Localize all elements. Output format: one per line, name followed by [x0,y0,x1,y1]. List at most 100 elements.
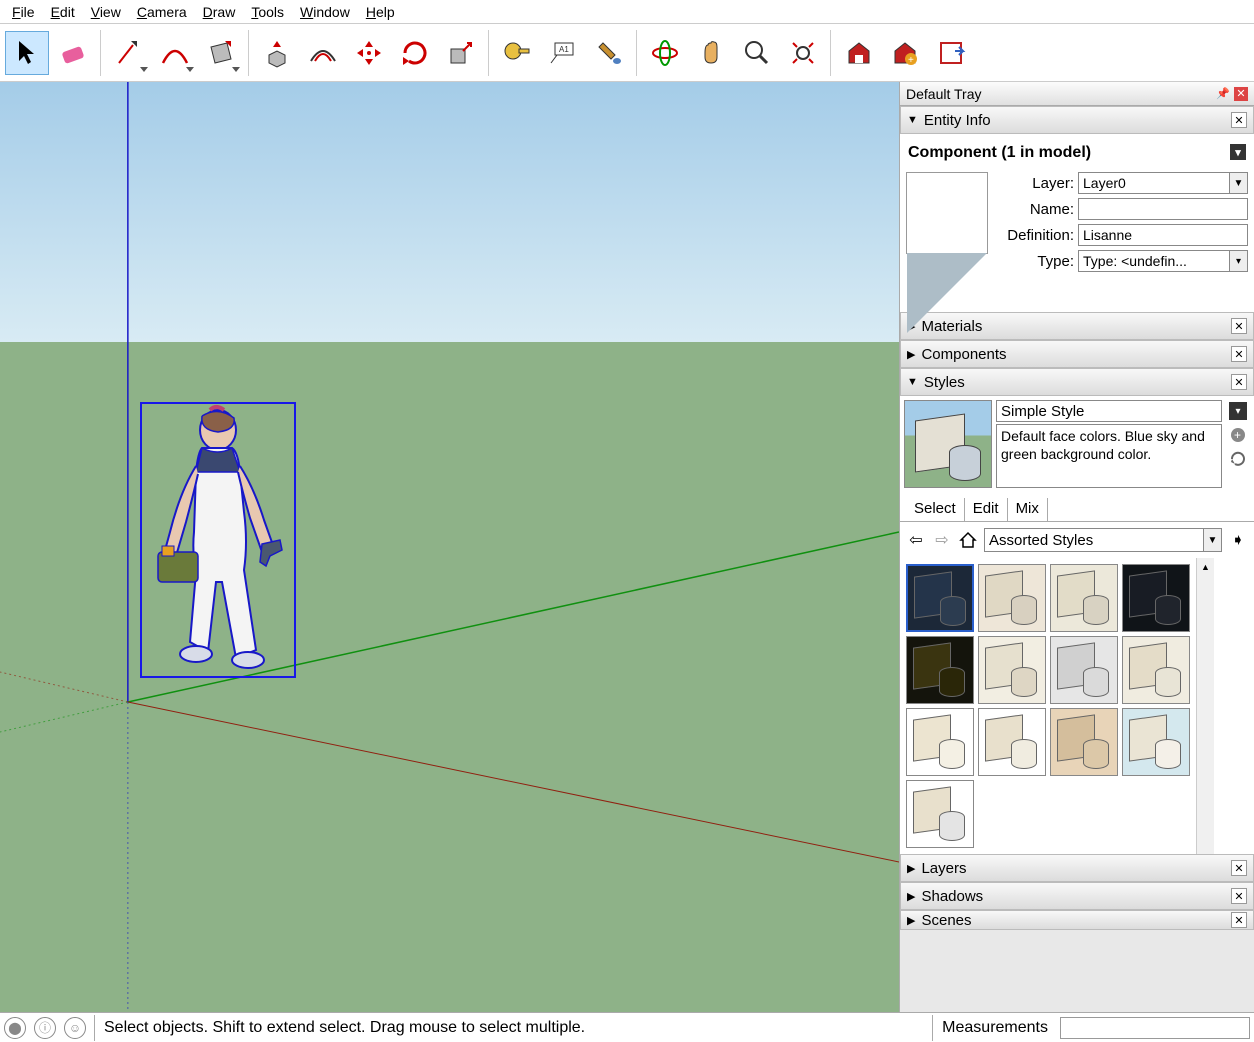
select-tool[interactable] [5,31,49,75]
type-label: Type: [996,253,1078,270]
line-tool[interactable] [107,31,151,75]
style-collection-select[interactable]: Assorted Styles▼ [984,528,1222,552]
layer-select[interactable]: Layer0▼ [1078,172,1248,194]
svg-text:+: + [1234,428,1241,442]
style-thumbnail[interactable] [906,780,974,848]
tab-edit[interactable]: Edit [965,498,1008,521]
user-icon[interactable]: ☺ [64,1017,86,1039]
style-dropdown-icon[interactable]: ▾ [1229,402,1247,420]
material-swatch[interactable] [906,172,988,254]
panel-styles-header[interactable]: ▼Styles✕ [900,368,1254,396]
menu-help[interactable]: Help [358,2,403,22]
style-thumbnail[interactable] [978,636,1046,704]
tape-tool[interactable] [495,31,539,75]
menu-draw[interactable]: Draw [195,2,244,22]
orbit-tool[interactable] [643,31,687,75]
close-panel-icon[interactable]: ✕ [1231,374,1247,390]
style-desc-input[interactable]: Default face colors. Blue sky and green … [996,424,1222,488]
menu-file[interactable]: File [4,2,43,22]
credits-icon[interactable]: ⓘ [34,1017,56,1039]
zoom-tool[interactable] [735,31,779,75]
pan-tool[interactable] [689,31,733,75]
viewport-3d[interactable] [0,82,900,1012]
scale-figure [140,402,296,678]
details-icon[interactable]: ➧ [1228,530,1248,550]
close-panel-icon[interactable]: ✕ [1231,318,1247,334]
arc-tool[interactable] [153,31,197,75]
nav-forward-icon[interactable]: ⇨ [932,530,952,550]
text-tool[interactable]: A1 [541,31,585,75]
style-thumbnail[interactable] [906,708,974,776]
expand-details-icon[interactable]: ▾ [1230,144,1246,160]
type-select[interactable]: Type: <undefin...▾ [1078,250,1248,272]
style-thumbnail[interactable] [906,564,974,632]
style-thumbnail[interactable] [906,636,974,704]
menu-bar: File Edit View Camera Draw Tools Window … [0,0,1254,24]
style-thumbnail[interactable] [1122,636,1190,704]
tray-title-bar[interactable]: Default Tray 📌 ✕ [900,82,1254,106]
panel-entity-info-header[interactable]: ▼ Entity Info ✕ [900,106,1254,134]
eraser-tool[interactable] [51,31,95,75]
current-style-thumb[interactable] [904,400,992,488]
rotate-tool[interactable] [393,31,437,75]
menu-edit[interactable]: Edit [43,2,83,22]
definition-input[interactable]: Lisanne [1078,224,1248,246]
panel-label: Entity Info [924,112,991,129]
menu-camera[interactable]: Camera [129,2,195,22]
definition-label: Definition: [996,227,1078,244]
close-panel-icon[interactable]: ✕ [1231,860,1247,876]
update-style-icon[interactable] [1229,450,1247,468]
close-panel-icon[interactable]: ✕ [1231,346,1247,362]
scale-tool[interactable] [439,31,483,75]
panel-layers-header[interactable]: ▶Layers✕ [900,854,1254,882]
collapse-icon: ▼ [907,114,918,126]
svg-text:+: + [908,55,914,66]
svg-text:A1: A1 [559,45,569,54]
move-tool[interactable] [347,31,391,75]
status-bar: ⬤ ⓘ ☺ Select objects. Shift to extend se… [0,1012,1254,1042]
pin-icon[interactable]: 📌 [1216,87,1230,101]
new-style-icon[interactable]: + [1229,426,1247,444]
warehouse-tool[interactable] [837,31,881,75]
menu-view[interactable]: View [83,2,129,22]
close-icon[interactable]: ✕ [1234,87,1248,101]
scrollbar[interactable]: ▲ [1196,558,1214,854]
toolbar: A1 + [0,24,1254,82]
panel-scenes-header[interactable]: ▶Scenes✕ [900,910,1254,930]
status-hint: Select objects. Shift to extend select. … [104,1019,585,1037]
panel-components-header[interactable]: ▶Components✕ [900,340,1254,368]
entity-info-body: Component (1 in model) ▾ Layer: Layer0▼ … [900,134,1254,312]
tray-title: Default Tray [906,86,981,102]
close-panel-icon[interactable]: ✕ [1231,912,1247,928]
tab-select[interactable]: Select [906,498,965,521]
panel-shadows-header[interactable]: ▶Shadows✕ [900,882,1254,910]
offset-tool[interactable] [301,31,345,75]
zoom-extents-tool[interactable] [781,31,825,75]
tab-mix[interactable]: Mix [1008,498,1048,521]
paint-tool[interactable] [587,31,631,75]
geo-icon[interactable]: ⬤ [4,1017,26,1039]
name-input[interactable] [1078,198,1248,220]
menu-window[interactable]: Window [292,2,358,22]
style-thumbnail[interactable] [1122,564,1190,632]
default-tray: Default Tray 📌 ✕ ▼ Entity Info ✕ Compone… [900,82,1254,1012]
close-panel-icon[interactable]: ✕ [1231,112,1247,128]
style-thumbnail[interactable] [1050,708,1118,776]
style-thumbnail[interactable] [978,708,1046,776]
rectangle-tool[interactable] [199,31,243,75]
extension-warehouse-tool[interactable]: + [883,31,927,75]
menu-tools[interactable]: Tools [243,2,292,22]
style-thumbnail[interactable] [978,564,1046,632]
style-thumbnail[interactable] [1122,708,1190,776]
name-label: Name: [996,201,1078,218]
measurements-input[interactable] [1060,1017,1250,1039]
style-name-input[interactable]: Simple Style [996,400,1222,422]
style-thumbnail[interactable] [1050,564,1118,632]
style-thumbnail[interactable] [1050,636,1118,704]
nav-home-icon[interactable] [958,530,978,550]
layout-tool[interactable] [929,31,973,75]
nav-back-icon[interactable]: ⇦ [906,530,926,550]
close-panel-icon[interactable]: ✕ [1231,888,1247,904]
measurements-label: Measurements [942,1019,1048,1037]
pushpull-tool[interactable] [255,31,299,75]
